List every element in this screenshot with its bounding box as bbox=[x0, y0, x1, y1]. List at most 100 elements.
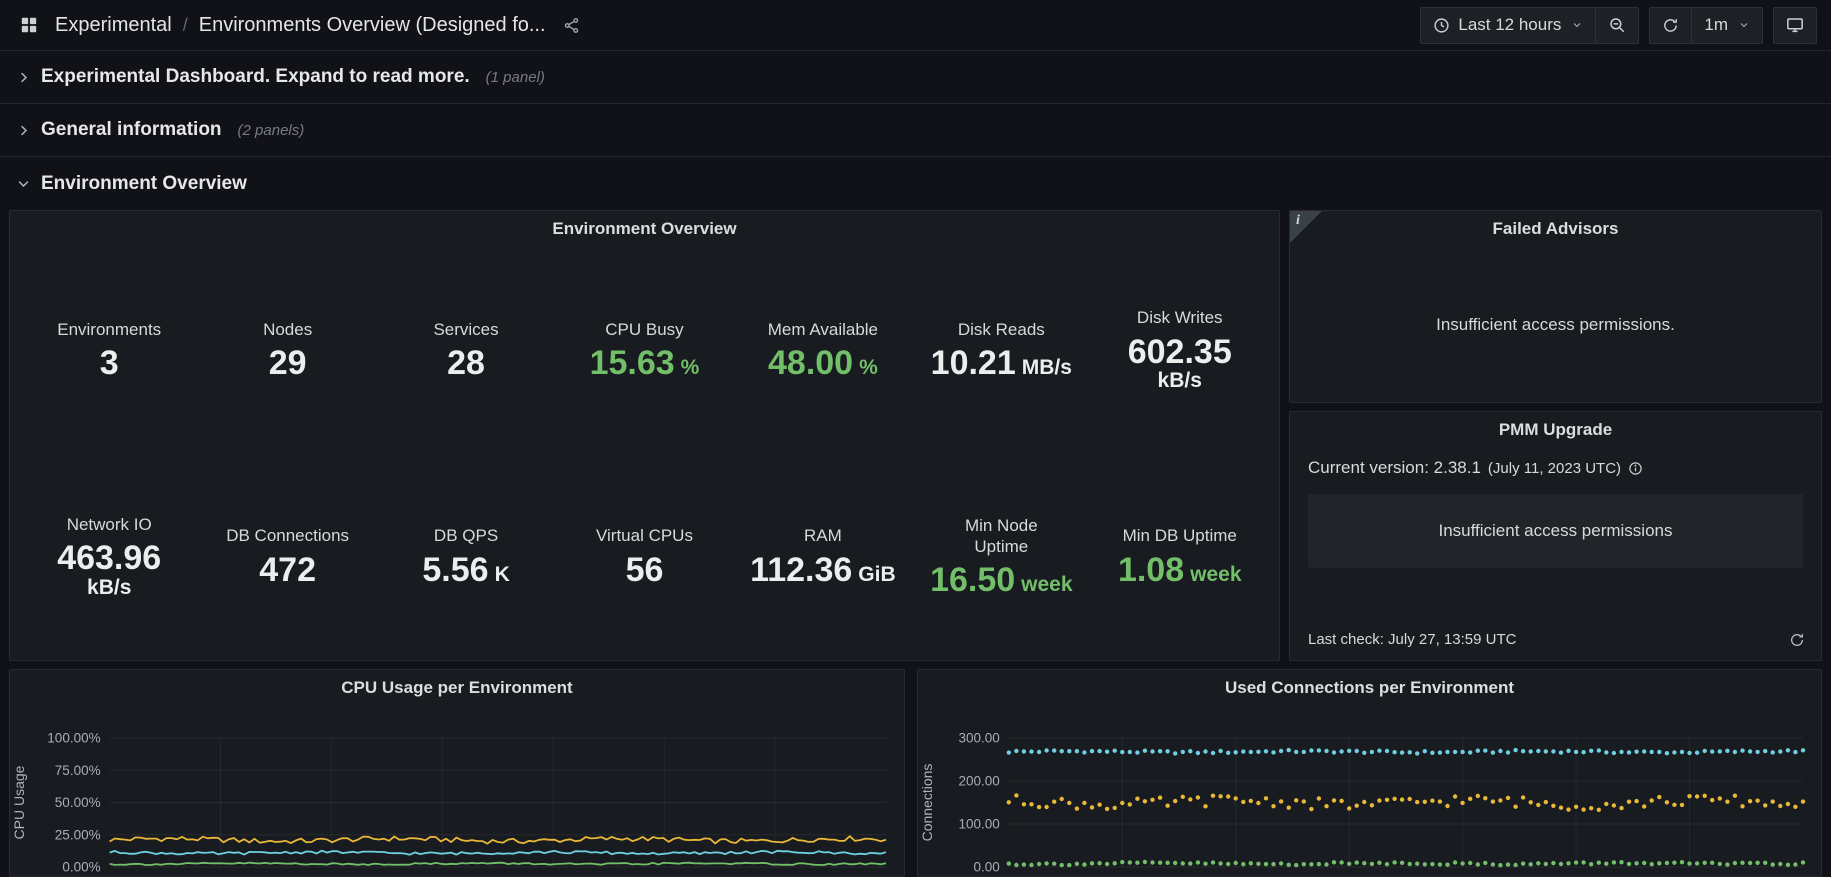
breadcrumb-folder[interactable]: Experimental bbox=[55, 14, 172, 37]
time-range-label: Last 12 hours bbox=[1458, 15, 1561, 35]
stat-label: DB Connections bbox=[226, 525, 349, 546]
row-panel-count: (2 panels) bbox=[238, 122, 305, 139]
stat-value: 28 bbox=[447, 345, 485, 382]
svg-text:200.00: 200.00 bbox=[959, 774, 1000, 789]
stat-label: Virtual CPUs bbox=[596, 525, 693, 546]
share-dashboard-icon[interactable] bbox=[559, 13, 584, 38]
refresh-controls-group: 1m bbox=[1649, 7, 1763, 44]
chevron-right-icon bbox=[16, 70, 31, 85]
refresh-dashboard-button[interactable] bbox=[1649, 7, 1692, 44]
stat-disk-reads: Disk Reads10.21MB/s bbox=[912, 319, 1090, 382]
stat-network-io: Network IO 463.96kB/s bbox=[20, 514, 198, 600]
stat-label: Disk Writes bbox=[1137, 307, 1223, 328]
row-title: General information bbox=[41, 119, 222, 141]
cpu-usage-chart[interactable]: 0.00%25.00%50.00%75.00%100.00%CPU Usage bbox=[10, 706, 904, 876]
dashboard-grid: Environment Overview Environments3Nodes2… bbox=[0, 210, 1831, 877]
used-connections-chart[interactable]: 0.00100.00200.00300.00Connections bbox=[918, 706, 1821, 876]
version-date-text: (July 11, 2023 UTC) bbox=[1488, 460, 1621, 477]
stats-row-2: Network IO463.96kB/sDB Connections472DB … bbox=[20, 454, 1269, 661]
kiosk-tv-mode-button[interactable] bbox=[1773, 7, 1817, 44]
svg-text:Connections: Connections bbox=[919, 764, 935, 842]
row-title: Environment Overview bbox=[41, 173, 247, 195]
panel-title[interactable]: Used Connections per Environment bbox=[918, 670, 1821, 706]
current-version-text: Current version: 2.38.1 bbox=[1308, 458, 1481, 478]
check-updates-refresh-icon[interactable] bbox=[1789, 632, 1805, 648]
row-general-information[interactable]: General information (2 panels) bbox=[0, 104, 1831, 157]
monitor-icon bbox=[1786, 16, 1804, 34]
caret-down-icon bbox=[1571, 19, 1583, 31]
pmm-current-version: Current version: 2.38.1 (July 11, 2023 U… bbox=[1290, 448, 1821, 478]
stat-value: 10.21MB/s bbox=[931, 345, 1072, 382]
time-range-picker[interactable]: Last 12 hours bbox=[1420, 7, 1596, 44]
stat-value: 16.50week bbox=[930, 562, 1072, 599]
row-panel-count: (1 panel) bbox=[486, 69, 545, 86]
panel-cpu-usage-per-environment: CPU Usage per Environment 0.00%25.00%50.… bbox=[9, 669, 905, 877]
panel-title[interactable]: PMM Upgrade bbox=[1290, 412, 1821, 448]
stat-value: 472 bbox=[259, 552, 316, 589]
panel-environment-overview: Environment Overview Environments3Nodes2… bbox=[9, 210, 1280, 661]
refresh-interval-dropdown[interactable]: 1m bbox=[1692, 7, 1763, 44]
stat-label: DB QPS bbox=[434, 525, 498, 546]
svg-text:0.00%: 0.00% bbox=[62, 860, 100, 875]
svg-text:100.00%: 100.00% bbox=[47, 731, 100, 746]
panel-title[interactable]: Failed Advisors bbox=[1290, 211, 1821, 247]
refresh-interval-label: 1m bbox=[1704, 15, 1728, 35]
chevron-right-icon bbox=[16, 123, 31, 138]
stat-label: Nodes bbox=[263, 319, 312, 340]
refresh-icon bbox=[1662, 17, 1679, 34]
svg-text:300.00: 300.00 bbox=[959, 731, 1000, 746]
breadcrumb: Experimental / Environments Overview (De… bbox=[55, 14, 546, 37]
stat-mem-available: Mem Available48.00% bbox=[734, 319, 912, 382]
stat-value: 112.36GiB bbox=[750, 552, 895, 589]
stat-value: 602.35kB/s bbox=[1128, 334, 1232, 393]
caret-down-icon bbox=[1738, 19, 1750, 31]
breadcrumb-separator: / bbox=[183, 15, 188, 36]
stat-nodes: Nodes29 bbox=[198, 319, 376, 382]
svg-text:75.00%: 75.00% bbox=[55, 763, 101, 778]
panel-title[interactable]: CPU Usage per Environment bbox=[10, 670, 904, 706]
apps-grid-icon[interactable] bbox=[16, 12, 42, 38]
info-circle-icon[interactable] bbox=[1628, 461, 1643, 476]
stat-value: 3 bbox=[100, 345, 119, 382]
panel-used-connections-per-environment: Used Connections per Environment 0.00100… bbox=[917, 669, 1822, 877]
magnifier-minus-icon bbox=[1608, 16, 1626, 34]
panel-failed-advisors: i Failed Advisors Insufficient access pe… bbox=[1289, 210, 1822, 403]
panel-info-icon[interactable]: i bbox=[1290, 211, 1322, 243]
zoom-out-button[interactable] bbox=[1596, 7, 1639, 44]
environment-stats: Environments 3 Nodes29 Services 28 CPU Busy15… bbox=[10, 247, 1279, 660]
stat-label: Network IO bbox=[67, 514, 152, 535]
stat-cpu-busy: CPU Busy15.63% bbox=[555, 319, 733, 382]
pmm-last-check: Last check: July 27, 13:59 UTC bbox=[1308, 631, 1516, 648]
stat-label: Min Node Uptime bbox=[965, 515, 1038, 558]
stat-value: 15.63% bbox=[590, 345, 700, 382]
stat-label: Mem Available bbox=[768, 319, 878, 340]
failed-advisors-message: Insufficient access permissions. bbox=[1290, 247, 1821, 402]
time-controls-group: Last 12 hours bbox=[1420, 7, 1639, 44]
row-experimental-dashboard[interactable]: Experimental Dashboard. Expand to read m… bbox=[0, 51, 1831, 104]
stat-value: 463.96kB/s bbox=[57, 540, 161, 599]
stat-virtual-cpus: Virtual CPUs 56 bbox=[555, 525, 733, 588]
stat-disk-writes: Disk Writes 602.35kB/s bbox=[1091, 307, 1269, 393]
stat-db-qps: DB QPS 5.56K bbox=[377, 525, 555, 588]
panel-pmm-upgrade: PMM Upgrade Current version: 2.38.1 (Jul… bbox=[1289, 411, 1822, 661]
stat-value: 5.56K bbox=[422, 552, 509, 589]
stat-label: Environments bbox=[57, 319, 161, 340]
stat-value: 56 bbox=[626, 552, 664, 589]
stat-min-db-uptime: Min DB Uptime 1.08week bbox=[1091, 525, 1269, 588]
panel-title[interactable]: Environment Overview bbox=[10, 211, 1279, 247]
breadcrumb-dashboard[interactable]: Environments Overview (Designed fo... bbox=[199, 14, 546, 37]
stat-value: 1.08week bbox=[1118, 552, 1242, 589]
stat-db-connections: DB Connections 472 bbox=[198, 525, 376, 588]
stat-environments: Environments 3 bbox=[20, 319, 198, 382]
stat-services: Services 28 bbox=[377, 319, 555, 382]
stat-ram: RAM112.36GiB bbox=[734, 525, 912, 588]
clock-icon bbox=[1433, 17, 1450, 34]
svg-text:100.00: 100.00 bbox=[959, 817, 1000, 832]
top-navigation-bar: Experimental / Environments Overview (De… bbox=[0, 0, 1831, 51]
stat-label: Services bbox=[433, 319, 498, 340]
row-title: Experimental Dashboard. Expand to read m… bbox=[41, 66, 470, 88]
row-environment-overview[interactable]: Environment Overview bbox=[0, 157, 1831, 210]
svg-text:50.00%: 50.00% bbox=[55, 795, 101, 810]
stat-label: Min DB Uptime bbox=[1123, 525, 1237, 546]
chevron-down-icon bbox=[16, 176, 31, 191]
